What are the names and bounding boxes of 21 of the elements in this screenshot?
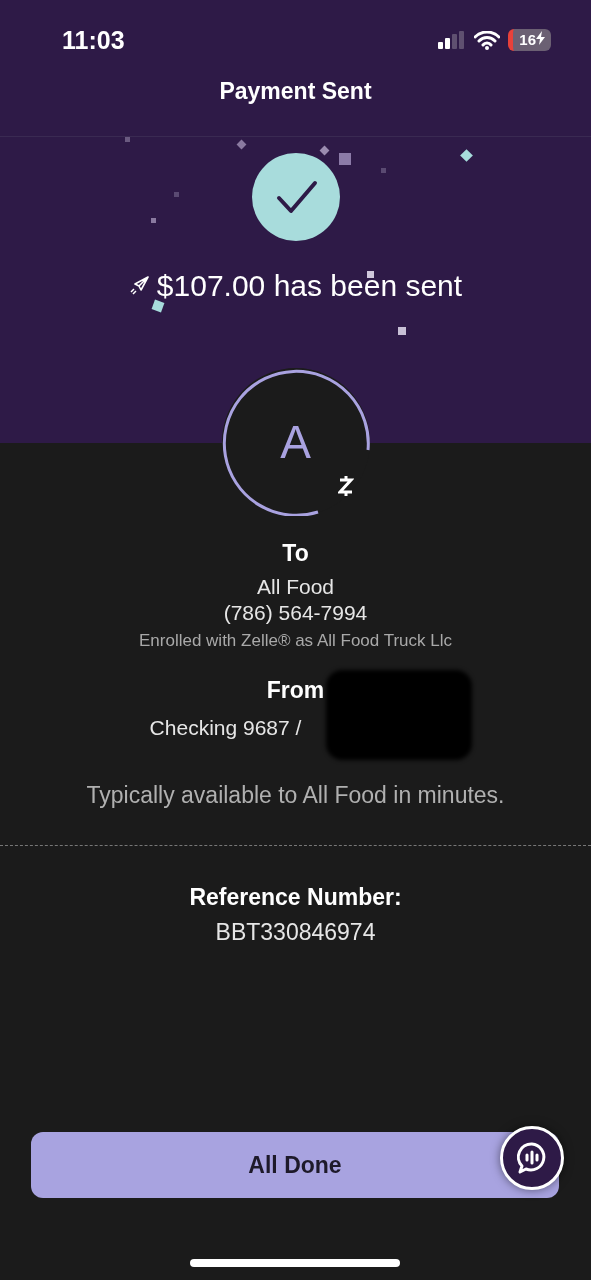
paper-plane-icon [128, 276, 149, 296]
reference-number: BBT330846974 [215, 919, 376, 946]
payment-message: $107.00 has been sent [156, 269, 463, 303]
to-label: To [282, 540, 309, 567]
from-label: From [266, 677, 325, 704]
recipient-name: All Food [256, 575, 334, 599]
clock-time: 11:03 [62, 25, 125, 55]
battery-level: 16 [508, 29, 551, 51]
zelle-icon [337, 475, 354, 497]
account-name: Checking 9687 / [149, 716, 302, 740]
charging-bolt-icon [536, 31, 545, 45]
recipient-phone: (786) 564-7994 [223, 601, 368, 625]
signal-icon [438, 31, 467, 49]
availability-note: Typically available to All Food in minutes. [86, 782, 505, 809]
wifi-icon [474, 30, 501, 50]
chat-button[interactable] [500, 1126, 564, 1190]
checkmark-icon [251, 153, 340, 241]
enrollment-note: Enrolled with Zelle® as All Food Truck Llc [139, 631, 452, 651]
page-title: Payment Sent [219, 78, 372, 105]
all-done-button[interactable]: All Done [31, 1132, 559, 1198]
reference-label: Reference Number: [189, 884, 402, 911]
